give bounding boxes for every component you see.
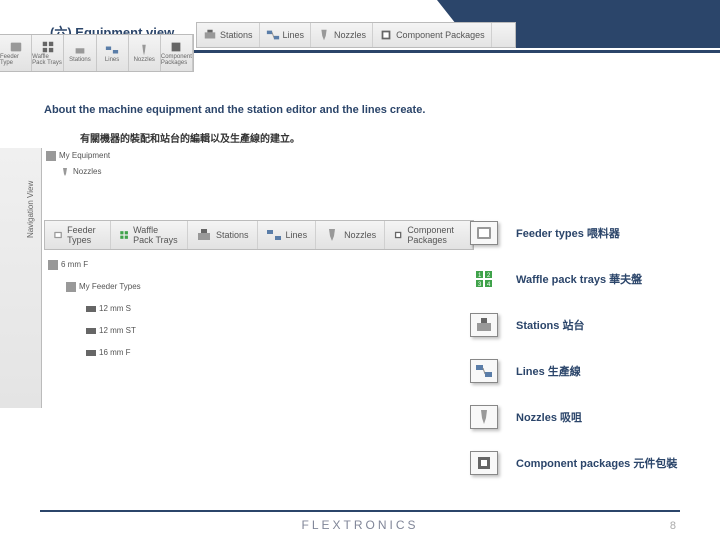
page-number: 8: [670, 520, 676, 532]
tree2-item-4[interactable]: 16 mm F: [44, 342, 204, 364]
toolbar-medium: Stations Lines Nozzles Component Package…: [196, 22, 516, 48]
tree-2: 6 mm F My Feeder Types 12 mm S 12 mm ST …: [44, 254, 204, 364]
tree-side-tab[interactable]: Navigation View: [0, 148, 42, 408]
legend-row-comp: Component packages 元件包裝: [470, 440, 680, 486]
legend-row-lines: Lines 生產線: [470, 348, 680, 394]
legend-row-feeder: Feeder types 喂料器: [470, 210, 680, 256]
legend-label: Component packages 元件包裝: [516, 455, 677, 471]
legend-label: Feeder types 喂料器: [516, 225, 620, 241]
tb2-lines[interactable]: Lines: [260, 23, 312, 47]
tb2-stations[interactable]: Stations: [197, 23, 260, 47]
legend-row-station: Stations 站台: [470, 302, 680, 348]
tree2-item-2[interactable]: 12 mm S: [44, 298, 204, 320]
station-icon: [470, 313, 498, 337]
footer-line: [40, 510, 680, 512]
comp-icon: [470, 451, 498, 475]
tb1-comp[interactable]: Component Packages: [161, 35, 193, 71]
legend-label: Stations 站台: [516, 317, 584, 333]
nozzle-icon: [470, 405, 498, 429]
description-zh: 有關機器的裝配和站台的編輯以及生產線的建立。: [80, 130, 300, 145]
tb2-nozzles[interactable]: Nozzles: [311, 23, 373, 47]
tb2-comp[interactable]: Component Packages: [373, 23, 492, 47]
legend-label: Nozzles 吸咀: [516, 409, 582, 425]
toolbar-small: Feeder Type Waffle Pack Trays Stations L…: [0, 34, 194, 72]
tb3-comp[interactable]: Component Packages: [385, 221, 473, 249]
tb1-stations[interactable]: Stations: [64, 35, 96, 71]
tb1-lines[interactable]: Lines: [97, 35, 129, 71]
legend-row-waffle: 1234 Waffle pack trays 華夫盤: [470, 256, 680, 302]
tree-1: My Equipment Nozzles: [42, 148, 172, 180]
description-en: About the machine equipment and the stat…: [44, 104, 425, 116]
legend-label: Waffle pack trays 華夫盤: [516, 271, 642, 287]
lines-icon: [470, 359, 498, 383]
waffle-icon: 1234: [470, 267, 498, 291]
tb1-waffle[interactable]: Waffle Pack Trays: [32, 35, 64, 71]
tb3-lines[interactable]: Lines: [258, 221, 317, 249]
tree2-item-3[interactable]: 12 mm ST: [44, 320, 204, 342]
footer-logo: FLEXTRONICS: [0, 518, 720, 532]
tree1-child[interactable]: Nozzles: [42, 164, 172, 180]
legend-label: Lines 生產線: [516, 363, 581, 379]
tb1-feeder[interactable]: Feeder Type: [0, 35, 32, 71]
tb3-stations[interactable]: Stations: [188, 221, 258, 249]
legend: Feeder types 喂料器 1234 Waffle pack trays …: [470, 210, 680, 486]
tree1-root[interactable]: My Equipment: [42, 148, 172, 164]
tb3-waffle[interactable]: Waffle Pack Trays: [111, 221, 188, 249]
tb3-feeder[interactable]: Feeder Types: [45, 221, 111, 249]
tree2-item-0[interactable]: 6 mm F: [44, 254, 204, 276]
feeder-icon: [470, 221, 498, 245]
legend-row-nozzle: Nozzles 吸咀: [470, 394, 680, 440]
tb3-nozzles[interactable]: Nozzles: [316, 221, 385, 249]
tree2-item-1[interactable]: My Feeder Types: [44, 276, 204, 298]
toolbar-large: Feeder Types Waffle Pack Trays Stations …: [44, 220, 474, 250]
tb1-nozzles[interactable]: Nozzles: [129, 35, 161, 71]
